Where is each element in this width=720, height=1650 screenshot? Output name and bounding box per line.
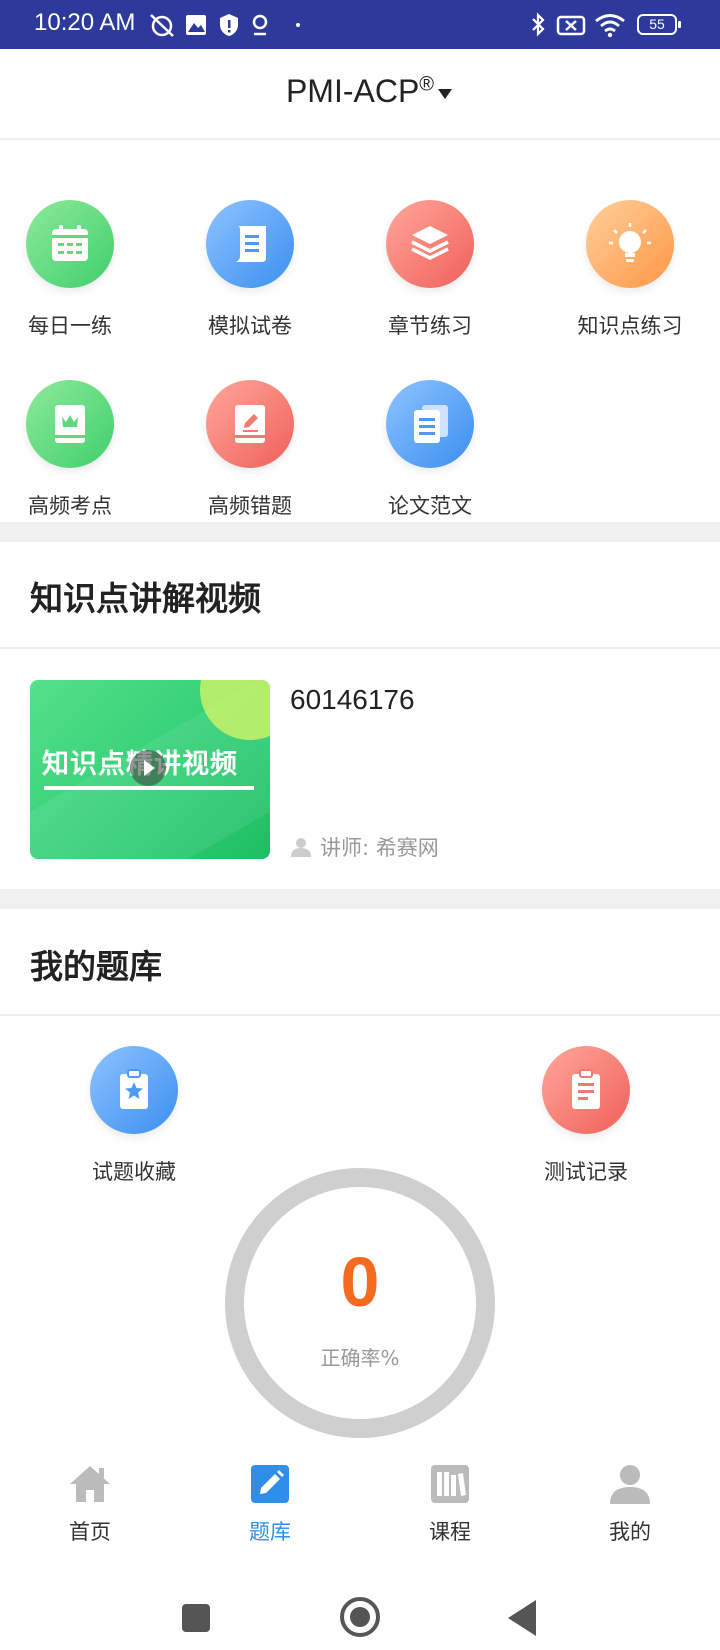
nav-label: 题库 bbox=[249, 1520, 291, 1544]
system-navigation-bar bbox=[0, 1570, 720, 1650]
feature-key-points[interactable]: 高频考点 bbox=[0, 380, 150, 520]
status-bar: 10:20 AM 55 bbox=[0, 0, 720, 49]
divider bbox=[0, 1014, 720, 1016]
feature-frequent-mistakes[interactable]: 高频错题 bbox=[170, 380, 330, 520]
layers-icon bbox=[386, 200, 474, 288]
course-title: PMI-ACP bbox=[285, 73, 420, 109]
nav-home[interactable]: 首页 bbox=[30, 1462, 150, 1546]
accuracy-value: 0 bbox=[340, 1243, 380, 1321]
accuracy-label: 正确率% bbox=[320, 1346, 400, 1370]
nav-label: 我的 bbox=[609, 1520, 651, 1544]
bluetooth-icon bbox=[532, 12, 545, 37]
location-icon bbox=[252, 14, 268, 36]
teacher-name: 讲师: 希赛网 bbox=[320, 836, 439, 860]
records-label: 测试记录 bbox=[544, 1160, 628, 1184]
test-records-button[interactable]: 测试记录 bbox=[506, 1046, 666, 1186]
favorites-label: 试题收藏 bbox=[92, 1160, 176, 1184]
nav-question-bank[interactable]: 题库 bbox=[210, 1462, 330, 1546]
clipboard-list-icon bbox=[542, 1046, 630, 1134]
feature-label: 每日一练 bbox=[28, 314, 112, 338]
battery-indicator: 55 bbox=[637, 14, 681, 35]
video-title[interactable]: 60146176 bbox=[290, 684, 415, 716]
play-icon[interactable] bbox=[130, 750, 166, 786]
course-selector[interactable]: PMI-ACP® bbox=[0, 73, 720, 110]
favorites-button[interactable]: 试题收藏 bbox=[54, 1046, 214, 1186]
feature-daily-practice[interactable]: 每日一练 bbox=[0, 200, 150, 340]
feature-label: 论文范文 bbox=[388, 494, 472, 518]
back-icon[interactable] bbox=[508, 1600, 536, 1636]
feature-label: 高频考点 bbox=[28, 494, 112, 518]
recent-apps-icon[interactable] bbox=[182, 1604, 210, 1632]
video-teacher: 讲师: 希赛网 bbox=[290, 832, 439, 862]
nav-courses[interactable]: 课程 bbox=[390, 1462, 510, 1546]
feature-label: 模拟试卷 bbox=[208, 314, 292, 338]
dot-icon bbox=[296, 23, 300, 27]
nav-profile[interactable]: 我的 bbox=[570, 1462, 690, 1546]
home-icon bbox=[70, 1466, 110, 1502]
calendar-icon bbox=[26, 200, 114, 288]
feature-chapter-practice[interactable]: 章节练习 bbox=[350, 200, 510, 340]
shield-icon bbox=[220, 14, 238, 36]
section-divider bbox=[0, 889, 720, 909]
nav-label: 课程 bbox=[429, 1520, 471, 1544]
bank-section-title: 我的题库 bbox=[30, 947, 162, 986]
books-icon bbox=[431, 1465, 469, 1503]
feature-mock-exam[interactable]: 模拟试卷 bbox=[170, 200, 330, 340]
person-icon bbox=[610, 1465, 650, 1504]
feature-knowledge-practice[interactable]: 知识点练习 bbox=[550, 200, 710, 340]
edit-square-icon bbox=[251, 1465, 289, 1503]
scroll-icon bbox=[206, 200, 294, 288]
dropdown-caret-icon[interactable] bbox=[438, 89, 452, 99]
feature-label: 高频错题 bbox=[208, 494, 292, 518]
video-thumbnail[interactable]: 知识点精讲视频 bbox=[30, 680, 270, 859]
registered-mark: ® bbox=[419, 73, 435, 96]
feature-sample-essays[interactable]: 论文范文 bbox=[350, 380, 510, 520]
nav-label: 首页 bbox=[69, 1520, 111, 1544]
section-divider bbox=[0, 522, 720, 542]
clipboard-star-icon bbox=[90, 1046, 178, 1134]
person-icon bbox=[291, 838, 311, 857]
lightbulb-icon bbox=[586, 200, 674, 288]
alarm-off-icon bbox=[150, 14, 174, 37]
status-time: 10:20 AM bbox=[34, 9, 136, 36]
documents-icon bbox=[386, 380, 474, 468]
app-header: PMI-ACP® bbox=[0, 49, 720, 140]
crown-book-icon bbox=[26, 380, 114, 468]
divider bbox=[0, 647, 720, 649]
feature-label: 章节练习 bbox=[388, 314, 472, 338]
no-sim-icon bbox=[556, 15, 586, 36]
video-section-title: 知识点讲解视频 bbox=[30, 579, 261, 618]
home-button-icon[interactable] bbox=[340, 1597, 380, 1637]
photo-icon bbox=[186, 15, 206, 35]
edit-book-icon bbox=[206, 380, 294, 468]
feature-label: 知识点练习 bbox=[577, 314, 683, 338]
wifi-icon bbox=[595, 14, 625, 38]
